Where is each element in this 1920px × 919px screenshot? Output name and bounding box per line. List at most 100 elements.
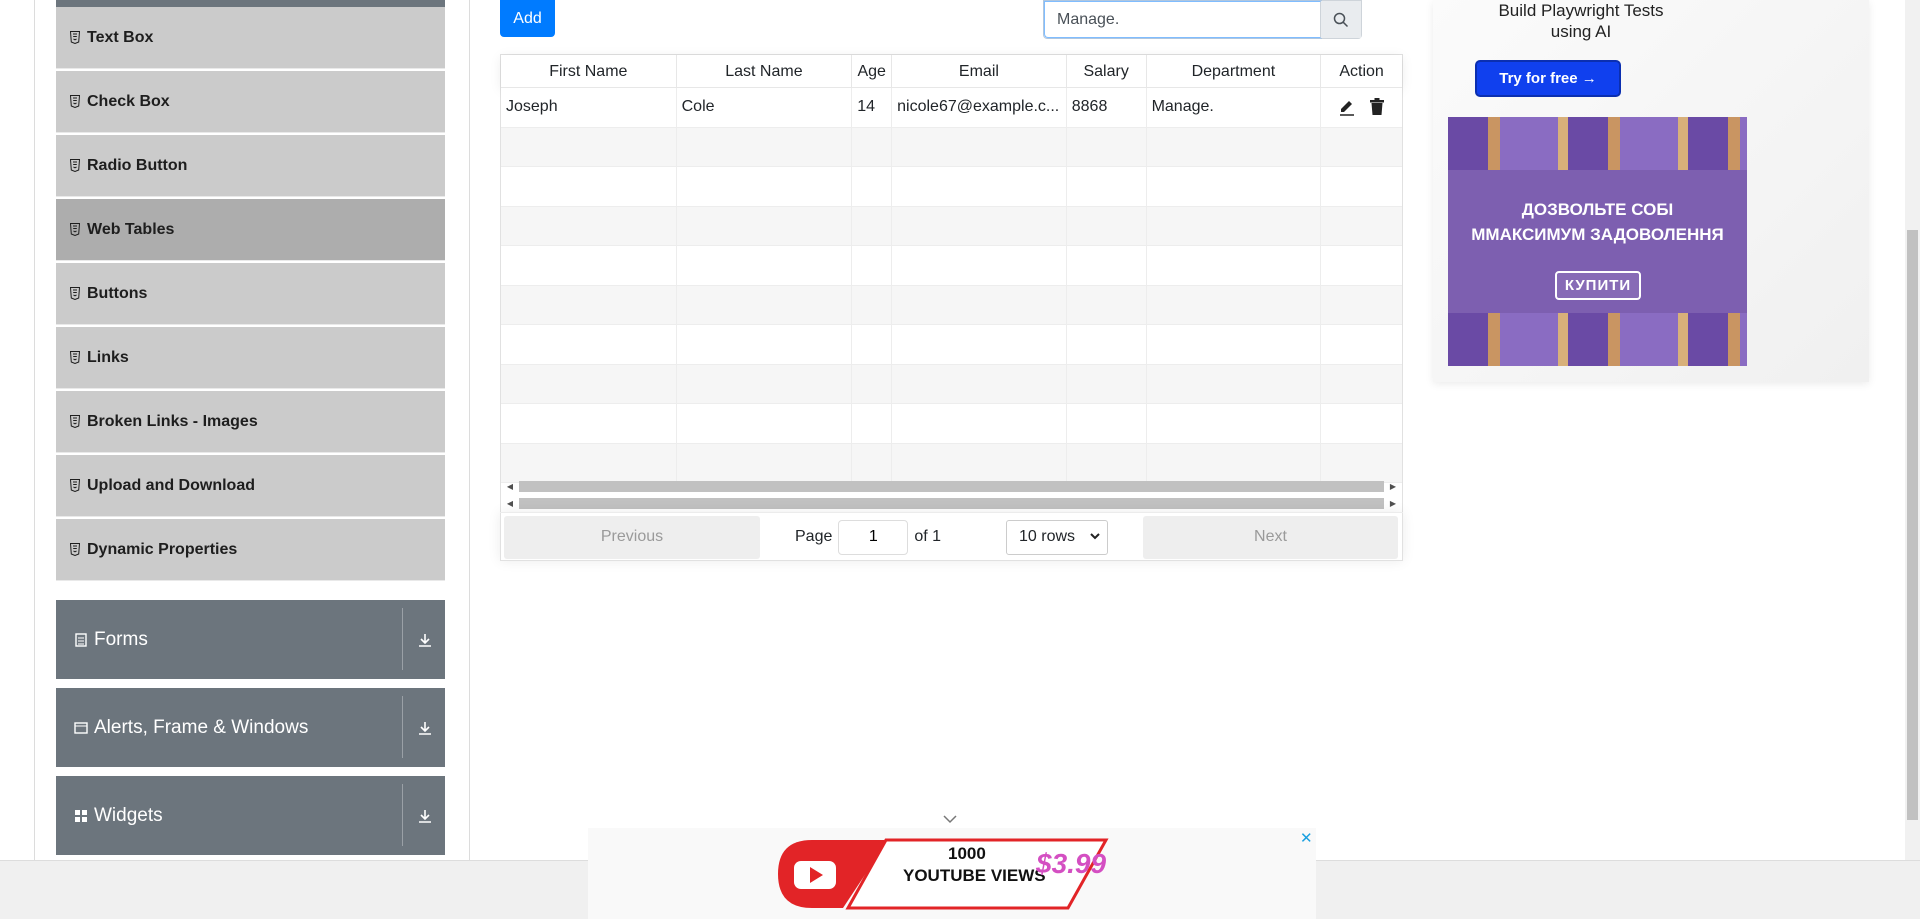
table-cell-empty: [852, 285, 893, 324]
table-cell-empty: [1321, 246, 1402, 285]
table-cell-empty: [1067, 404, 1147, 443]
download-icon[interactable]: [415, 718, 435, 738]
table-cell-empty: [1067, 167, 1147, 206]
table-cell-empty: [852, 364, 893, 403]
table-cell-empty: [852, 127, 893, 166]
table-cell-empty: [677, 404, 853, 443]
group-widgets[interactable]: Widgets: [56, 776, 445, 855]
table-cell-empty: [852, 246, 893, 285]
menu-group-header-elements[interactable]: [56, 0, 445, 7]
sidebar-menu: Text Box Check Box Radio Button Web Tables B…: [56, 0, 445, 583]
table-cell-empty: [1321, 444, 1402, 483]
table-cell-empty: [1147, 364, 1322, 403]
document-icon: [75, 632, 87, 647]
html5-icon: [70, 351, 80, 364]
table-cell-empty: [892, 246, 1067, 285]
table-cell-empty: [677, 364, 853, 403]
table-cell-empty: [852, 167, 893, 206]
table-cell-empty: [501, 285, 677, 324]
table-cell-empty: [1067, 364, 1147, 403]
header-first-name[interactable]: First Name: [501, 55, 677, 88]
table-cell-empty: [677, 285, 853, 324]
chevron-down-icon[interactable]: [942, 814, 958, 824]
table-row-empty: [501, 443, 1402, 483]
download-icon[interactable]: [415, 630, 435, 650]
table-cell-empty: [1147, 325, 1322, 364]
table-cell-empty: [1147, 285, 1322, 324]
sidebar-item-label: Broken Links - Images: [87, 412, 258, 430]
html5-icon: [70, 31, 80, 44]
sidebar-item-buttons[interactable]: Buttons: [56, 263, 445, 325]
sidebar-item-dynamic-properties[interactable]: Dynamic Properties: [56, 519, 445, 581]
table-h-scrollbar[interactable]: ◀ ▶: [505, 479, 1398, 493]
sidebar-item-upload-and-download[interactable]: Upload and Download: [56, 455, 445, 517]
sidebar-item-label: Radio Button: [87, 156, 188, 174]
table-cell-empty: [1321, 365, 1402, 404]
cell-first-name: Joseph: [501, 88, 677, 127]
download-icon[interactable]: [415, 806, 435, 826]
previous-button[interactable]: Previous: [504, 515, 760, 559]
sidebar-item-label: Links: [87, 348, 129, 366]
page-jump-input[interactable]: [838, 519, 909, 555]
group-label: Forms: [94, 628, 148, 650]
page-total: of 1: [914, 528, 942, 545]
table-cell-empty: [1147, 246, 1322, 285]
search-button[interactable]: [1321, 1, 1361, 38]
table-cell-empty: [1321, 167, 1402, 206]
bottom-ad-line1: 1000: [948, 844, 986, 863]
header-age[interactable]: Age: [852, 55, 893, 88]
delete-icon[interactable]: [1369, 98, 1385, 116]
table-cell-empty: [677, 325, 853, 364]
header-last-name[interactable]: Last Name: [677, 55, 853, 88]
cell-email: nicole67@example.c...: [892, 88, 1067, 127]
table-cell-empty: [501, 443, 677, 482]
bottom-ad-banner[interactable]: 1000 YOUTUBE VIEWS $3.99: [588, 828, 1316, 919]
scrollbar-thumb[interactable]: [1907, 230, 1918, 820]
milka-buy-button[interactable]: КУПИТИ: [1555, 271, 1641, 300]
table-cell-empty: [501, 167, 677, 206]
table-cell-empty: [501, 404, 677, 443]
sidebar-item-check-box[interactable]: Check Box: [56, 71, 445, 133]
bottom-ad-price: $3.99: [1036, 848, 1107, 879]
pagination: Previous Page of 1 10 rows Next: [500, 512, 1403, 561]
table-h-scrollbar-2[interactable]: ◀ ▶: [505, 496, 1398, 510]
header-department[interactable]: Department: [1147, 55, 1322, 88]
cell-salary: 8868: [1067, 88, 1147, 127]
sidebar-item-text-box[interactable]: Text Box: [56, 7, 445, 69]
header-email[interactable]: Email: [892, 55, 1067, 88]
sidebar-item-label: Upload and Download: [87, 476, 255, 494]
next-button[interactable]: Next: [1143, 515, 1398, 559]
search-box: [1043, 0, 1362, 39]
milka-ad-line2: ММАКСИМУМ ЗАДОВОЛЕННЯ: [1471, 225, 1724, 244]
table-cell-empty: [892, 127, 1067, 166]
milka-ad-image[interactable]: ДОЗВОЛЬТЕ СОБІ ММАКСИМУМ ЗАДОВОЛЕННЯ КУП…: [1448, 117, 1747, 366]
sidebar-item-web-tables[interactable]: Web Tables: [56, 199, 445, 261]
table-cell-empty: [1147, 127, 1322, 166]
edit-icon[interactable]: [1338, 98, 1356, 116]
add-button[interactable]: Add: [500, 0, 555, 37]
table-cell-empty: [1067, 443, 1147, 482]
table-row-empty: [501, 325, 1402, 365]
html5-icon: [70, 543, 80, 556]
try-for-free-button[interactable]: Try for free →: [1475, 60, 1621, 97]
table-cell-empty: [852, 443, 893, 482]
search-input[interactable]: [1044, 1, 1321, 38]
sidebar-item-label: Text Box: [87, 28, 154, 46]
sidebar-item-radio-button[interactable]: Radio Button: [56, 135, 445, 197]
table-cell-empty: [1321, 325, 1402, 364]
sidebar-item-label: Dynamic Properties: [87, 540, 238, 558]
sidebar-item-broken-links-images[interactable]: Broken Links - Images: [56, 391, 445, 453]
header-salary[interactable]: Salary: [1067, 55, 1147, 88]
page-scrollbar[interactable]: [1905, 0, 1920, 860]
html5-icon: [70, 159, 80, 172]
table-cell-empty: [1321, 207, 1402, 246]
table-header: First Name Last Name Age Email Salary De…: [501, 55, 1402, 88]
html5-icon: [70, 95, 80, 108]
group-forms[interactable]: Forms: [56, 600, 445, 679]
ad-title: Build Playwright Tests using AI: [1498, 1, 1664, 41]
rows-per-page-select[interactable]: 10 rows: [1006, 519, 1108, 555]
group-alerts-frame-windows[interactable]: Alerts, Frame & Windows: [56, 688, 445, 767]
sidebar-item-links[interactable]: Links: [56, 327, 445, 389]
close-ad-icon[interactable]: ✕: [1300, 829, 1313, 847]
table-cell-empty: [1147, 443, 1322, 482]
